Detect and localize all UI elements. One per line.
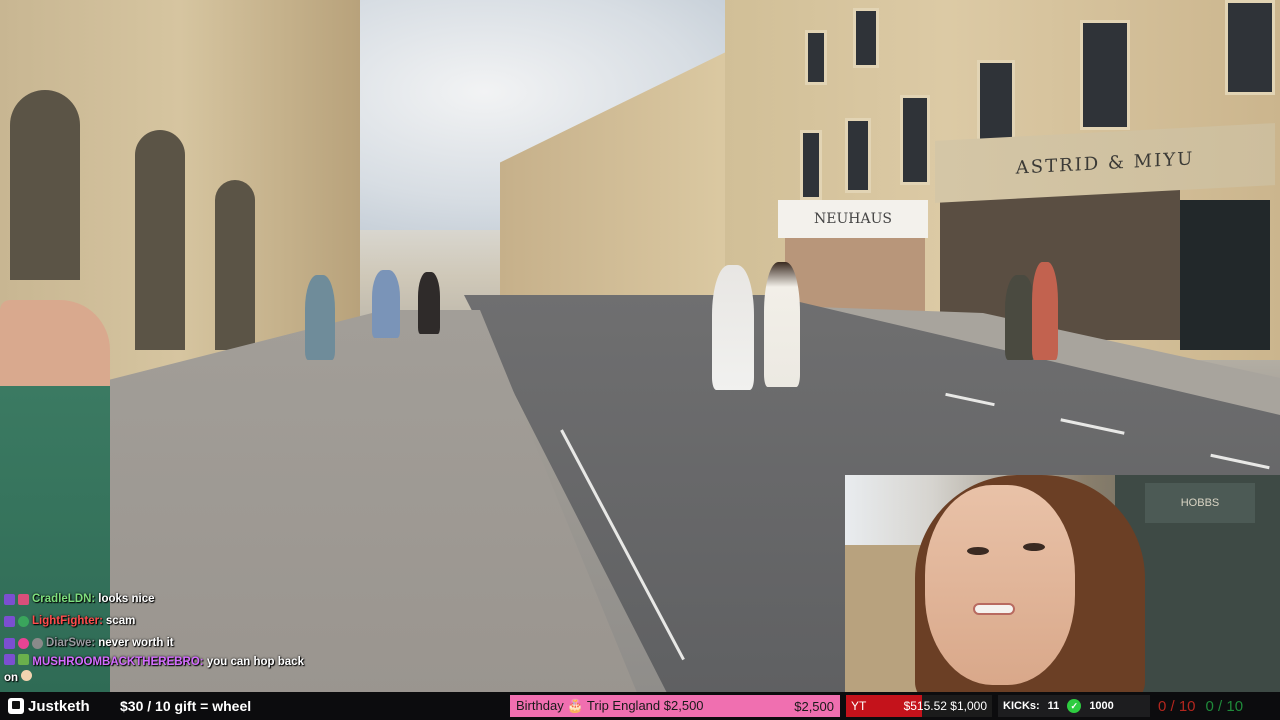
channel-logo: Justketh bbox=[0, 698, 112, 715]
twitch-logo-icon bbox=[8, 698, 24, 714]
birthday-goal-label: Birthday bbox=[516, 698, 564, 713]
chat-text: looks nice bbox=[98, 593, 155, 605]
gift-badge-icon bbox=[18, 593, 29, 605]
birthday-goal-bar: Birthday 🎂 Trip England $2,500 $2,500 bbox=[510, 695, 840, 717]
eye bbox=[967, 547, 989, 555]
chat-username[interactable]: MUSHROOMBACKTHEREBRO: bbox=[32, 656, 203, 668]
yt-goal-label: YT bbox=[851, 699, 867, 713]
emote-icon bbox=[21, 670, 33, 681]
gift-wheel-text: $30 / 10 gift = wheel bbox=[120, 698, 252, 714]
shop-door bbox=[1180, 200, 1270, 350]
chat-message: MUSHROOMBACKTHEREBRO: you can hop back o… bbox=[4, 654, 304, 686]
eye bbox=[1023, 543, 1045, 551]
counter-red: 0 / 10 bbox=[1158, 697, 1196, 715]
pedestrian bbox=[764, 262, 800, 387]
yt-goal-bar: YT $515.52 $1,000 bbox=[846, 695, 992, 717]
chat-username[interactable]: DiarSwe: bbox=[46, 637, 95, 649]
sub-badge-icon bbox=[4, 615, 15, 627]
verified-badge-icon bbox=[18, 615, 29, 627]
shop-window-2 bbox=[785, 238, 925, 313]
kicks-amount: 1000 bbox=[1089, 700, 1114, 712]
counter-green: 0 / 10 bbox=[1205, 697, 1244, 715]
webcam-overlay: HOBBS bbox=[845, 475, 1280, 692]
pedestrian bbox=[305, 275, 335, 360]
sub-badge-icon bbox=[4, 637, 15, 649]
webcam-shop-sign: HOBBS bbox=[1145, 483, 1255, 523]
pedestrian bbox=[418, 272, 440, 334]
sub-badge-icon bbox=[4, 654, 15, 665]
sub-badge-icon bbox=[4, 593, 15, 605]
chat-username[interactable]: CradleLDN: bbox=[32, 593, 95, 605]
cake-icon: 🎂 bbox=[567, 698, 584, 713]
chat-message: DiarSwe: never worth it bbox=[4, 632, 304, 654]
chat-message: LightFighter: scam bbox=[4, 610, 304, 632]
heart-badge-icon bbox=[18, 637, 29, 649]
pedestrian bbox=[712, 265, 754, 390]
pedestrian bbox=[372, 270, 400, 338]
chat-message: CradleLDN: looks nice bbox=[4, 588, 304, 610]
chat-text: scam bbox=[105, 615, 136, 627]
channel-name: Justketh bbox=[28, 697, 90, 715]
yt-goal-current: $515.52 bbox=[903, 699, 947, 713]
kick-logo-icon: ✓ bbox=[1067, 699, 1082, 713]
birthday-goal-label-2: Trip England bbox=[586, 698, 661, 713]
pedestrian bbox=[1032, 262, 1058, 360]
chat-text: never worth it bbox=[98, 637, 174, 649]
avatar-badge-icon bbox=[32, 637, 43, 649]
yt-goal-target: $1,000 bbox=[950, 699, 987, 713]
mod-badge-icon bbox=[18, 654, 30, 665]
streamer-mouth bbox=[973, 603, 1015, 615]
birthday-goal-right: $2,500 bbox=[794, 698, 834, 714]
chat-overlay: CradleLDN: looks nice LightFighter: scam… bbox=[4, 588, 304, 686]
kicks-count: 11 bbox=[1047, 700, 1060, 712]
bottom-info-bar: Justketh $30 / 10 gift = wheel Birthday … bbox=[0, 692, 1280, 720]
pedestrian bbox=[1005, 275, 1035, 360]
birthday-goal-amount: $2,500 bbox=[663, 698, 704, 713]
kicks-counter: KICKs: 11 ✓ 1000 bbox=[998, 695, 1150, 717]
kicks-label: KICKs: bbox=[1003, 700, 1040, 712]
shop-sign-neuhaus: NEUHAUS bbox=[778, 200, 928, 238]
streamer-face bbox=[925, 485, 1075, 685]
chat-username[interactable]: LightFighter: bbox=[32, 615, 103, 627]
